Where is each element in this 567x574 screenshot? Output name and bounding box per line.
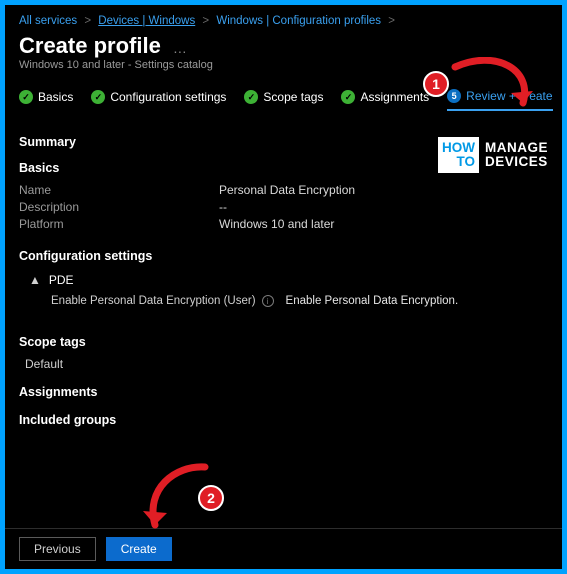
basics-name-row: Name Personal Data Encryption bbox=[19, 183, 548, 197]
scope-tags-heading: Scope tags bbox=[19, 335, 548, 349]
check-icon: ✓ bbox=[244, 90, 258, 104]
tab-label: Configuration settings bbox=[110, 90, 226, 104]
value-description: -- bbox=[219, 200, 227, 214]
config-settings-heading: Configuration settings bbox=[19, 249, 548, 263]
tab-assignments[interactable]: ✓ Assignments bbox=[341, 90, 429, 110]
intune-create-profile-window: All services > Devices | Windows > Windo… bbox=[5, 5, 562, 569]
label-description: Description bbox=[19, 200, 219, 214]
breadcrumb-link-devices-windows[interactable]: Devices | Windows bbox=[98, 15, 195, 27]
config-group-name: PDE bbox=[49, 273, 74, 287]
chevron-right-icon: > bbox=[202, 15, 209, 27]
config-group-toggle[interactable]: ▲ PDE bbox=[29, 273, 548, 287]
page-title: Create profile bbox=[19, 33, 161, 59]
value-name: Personal Data Encryption bbox=[219, 183, 355, 197]
breadcrumb: All services > Devices | Windows > Windo… bbox=[5, 5, 562, 31]
check-icon: ✓ bbox=[341, 90, 355, 104]
tab-config-settings[interactable]: ✓ Configuration settings bbox=[91, 90, 226, 110]
label-name: Name bbox=[19, 183, 219, 197]
chevron-right-icon: > bbox=[84, 15, 91, 27]
annotation-arrow-1 bbox=[445, 57, 545, 117]
watermark-text: HOW bbox=[442, 141, 475, 155]
create-button[interactable]: Create bbox=[106, 537, 172, 561]
chevron-right-icon: > bbox=[388, 15, 395, 27]
more-icon[interactable]: … bbox=[173, 40, 188, 56]
basics-description-row: Description -- bbox=[19, 200, 548, 214]
assignments-heading: Assignments bbox=[19, 385, 548, 399]
annotation-badge-1: 1 bbox=[423, 71, 449, 97]
watermark-text: MANAGE bbox=[485, 141, 548, 155]
tab-scope-tags[interactable]: ✓ Scope tags bbox=[244, 90, 323, 110]
chevron-up-icon: ▲ bbox=[29, 273, 41, 287]
annotation-badge-2: 2 bbox=[198, 485, 224, 511]
wizard-footer: Previous Create bbox=[5, 528, 562, 569]
watermark-logo: HOW TO MANAGE DEVICES bbox=[436, 135, 556, 175]
watermark-text: TO bbox=[442, 155, 475, 169]
breadcrumb-link-all-services[interactable]: All services bbox=[19, 15, 77, 27]
previous-button[interactable]: Previous bbox=[19, 537, 96, 561]
scope-tag-value: Default bbox=[25, 357, 548, 371]
setting-value: Enable Personal Data Encryption. bbox=[286, 295, 459, 307]
tab-basics[interactable]: ✓ Basics bbox=[19, 90, 73, 110]
tab-label: Scope tags bbox=[263, 90, 323, 104]
watermark-text: DEVICES bbox=[485, 155, 548, 169]
basics-platform-row: Platform Windows 10 and later bbox=[19, 217, 548, 231]
config-setting-row: Enable Personal Data Encryption (User) i… bbox=[51, 295, 548, 307]
value-platform: Windows 10 and later bbox=[219, 217, 334, 231]
info-icon[interactable]: i bbox=[262, 295, 274, 307]
setting-label: Enable Personal Data Encryption (User) bbox=[51, 295, 256, 307]
check-icon: ✓ bbox=[91, 90, 105, 104]
tab-label: Basics bbox=[38, 90, 73, 104]
included-groups-heading: Included groups bbox=[19, 413, 548, 427]
breadcrumb-link-config-profiles[interactable]: Windows | Configuration profiles bbox=[216, 15, 381, 27]
check-icon: ✓ bbox=[19, 90, 33, 104]
label-platform: Platform bbox=[19, 217, 219, 231]
tab-label: Assignments bbox=[360, 90, 429, 104]
